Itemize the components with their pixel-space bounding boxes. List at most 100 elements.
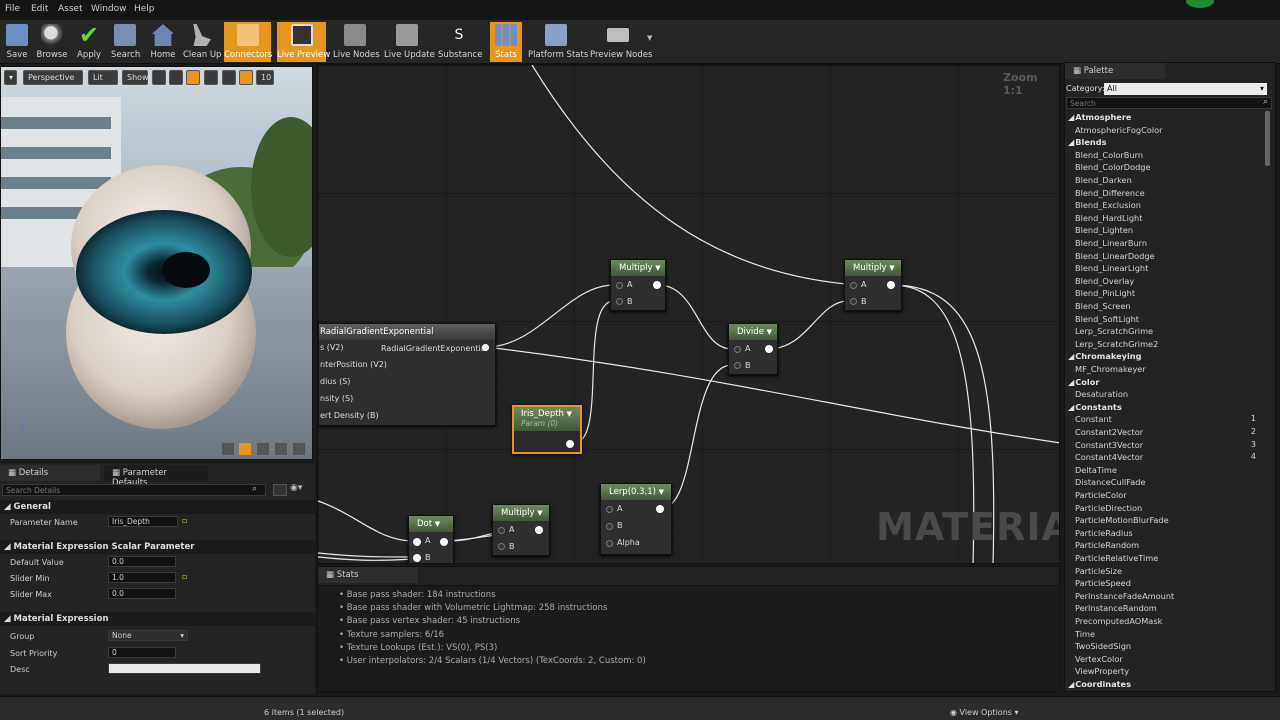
material-graph[interactable]: Zoom 1:1 MATERIAL RadialGradientExponent… bbox=[317, 64, 1060, 564]
tab-details[interactable]: ▦ Details bbox=[0, 465, 100, 481]
live-update-button[interactable]: Live Update bbox=[384, 22, 435, 62]
reset-to-default-icon[interactable]: ▫ bbox=[182, 516, 187, 525]
surface-snap-icon[interactable] bbox=[222, 70, 236, 85]
palette-item[interactable]: Constant3Vector bbox=[1075, 440, 1143, 450]
output-pin-icon[interactable] bbox=[482, 344, 489, 351]
palette-category[interactable]: ◢Chromakeying bbox=[1068, 351, 1141, 361]
toolbar-overflow-chevron-icon[interactable]: ▼ bbox=[647, 34, 652, 42]
search-button[interactable]: Search bbox=[111, 22, 140, 62]
palette-item[interactable]: Constant bbox=[1075, 414, 1112, 424]
palette-category[interactable]: ◢Constants bbox=[1068, 402, 1122, 412]
palette-item[interactable]: TwoSidedSign bbox=[1075, 641, 1131, 651]
translate-icon[interactable] bbox=[152, 70, 166, 85]
menu-help[interactable]: Help bbox=[134, 4, 155, 14]
input-pin-icon[interactable] bbox=[498, 543, 505, 550]
node-divide[interactable]: Divide ▼ A B bbox=[728, 323, 778, 375]
input-pin-icon[interactable] bbox=[616, 282, 623, 289]
output-pin-icon[interactable] bbox=[566, 440, 574, 448]
palette-category[interactable]: ◢Atmosphere bbox=[1068, 112, 1131, 122]
palette-item[interactable]: PerInstanceRandom bbox=[1075, 603, 1157, 613]
tab-stats[interactable]: ▦ Stats bbox=[318, 567, 418, 583]
input-pin-icon[interactable] bbox=[413, 554, 421, 562]
grid-size-value[interactable]: 10 bbox=[256, 70, 274, 85]
palette-item[interactable]: Blend_SoftLight bbox=[1075, 314, 1139, 324]
perspective-button[interactable]: Perspective bbox=[23, 70, 83, 85]
lit-button[interactable]: Lit bbox=[88, 70, 118, 85]
category-dropdown[interactable]: All ▾ bbox=[1104, 83, 1267, 95]
input-pin-icon[interactable] bbox=[606, 523, 613, 530]
visibility-eye-icon[interactable]: ◉▾ bbox=[290, 483, 302, 493]
group-dropdown[interactable]: None ▾ bbox=[108, 630, 188, 641]
input-pin-icon[interactable] bbox=[850, 298, 857, 305]
palette-item[interactable]: Constant4Vector bbox=[1075, 452, 1143, 462]
input-pin-icon[interactable] bbox=[616, 298, 623, 305]
palette-item[interactable]: PrecomputedAOMask bbox=[1075, 616, 1162, 626]
palette-category[interactable]: ◢Coordinates bbox=[1068, 679, 1131, 689]
menu-window[interactable]: Window bbox=[91, 4, 127, 14]
property-matrix-icon[interactable] bbox=[273, 484, 287, 496]
palette-item[interactable]: VertexColor bbox=[1075, 654, 1123, 664]
node-multiply[interactable]: Multiply ▼ A B bbox=[844, 259, 902, 311]
palette-item[interactable]: Lerp_ScratchGrime2 bbox=[1075, 339, 1158, 349]
palette-item[interactable]: Blend_Screen bbox=[1075, 301, 1131, 311]
live-nodes-button[interactable]: Live Nodes bbox=[333, 22, 380, 62]
desc-field[interactable] bbox=[108, 663, 261, 674]
connectors-button[interactable]: Connectors bbox=[224, 22, 272, 62]
palette-item[interactable]: Blend_HardLight bbox=[1075, 213, 1142, 223]
custom-mesh-icon[interactable] bbox=[292, 442, 306, 456]
palette-item[interactable]: Blend_LinearBurn bbox=[1075, 238, 1147, 248]
preview-nodes-button[interactable]: Preview Nodes bbox=[590, 22, 652, 62]
section-general[interactable]: ◢ General bbox=[0, 500, 315, 514]
palette-item[interactable]: Lerp_ScratchGrime bbox=[1075, 326, 1153, 336]
palette-item[interactable]: Blend_PinLight bbox=[1075, 288, 1135, 298]
cylinder-mesh-icon[interactable] bbox=[221, 442, 235, 456]
platform-stats-button[interactable]: Platform Stats bbox=[528, 22, 588, 62]
preview-viewport[interactable]: ▾ Perspective Lit Show 10 ⊥ bbox=[0, 66, 313, 460]
palette-category[interactable]: ◢Blends bbox=[1068, 137, 1106, 147]
slider-min-field[interactable]: 1.0 bbox=[108, 572, 176, 583]
palette-item[interactable]: AtmosphericFogColor bbox=[1075, 125, 1162, 135]
browse-button[interactable]: Browse bbox=[36, 22, 68, 62]
home-button[interactable]: Home bbox=[149, 22, 177, 62]
menu-edit[interactable]: Edit bbox=[31, 4, 48, 14]
show-button[interactable]: Show bbox=[122, 70, 149, 85]
reset-to-default-icon[interactable]: ▫ bbox=[182, 572, 187, 581]
sort-priority-field[interactable]: 0 bbox=[108, 647, 176, 658]
output-pin-icon[interactable] bbox=[765, 345, 773, 353]
rotate-icon[interactable] bbox=[169, 70, 183, 85]
apply-button[interactable]: ✔ Apply bbox=[75, 22, 103, 62]
palette-item[interactable]: Time bbox=[1075, 629, 1095, 639]
palette-item[interactable]: Blend_LinearDodge bbox=[1075, 251, 1155, 261]
node-iris-depth-parameter[interactable]: Iris_Depth ▼ Param (0) bbox=[512, 405, 582, 454]
output-pin-icon[interactable] bbox=[653, 281, 661, 289]
palette-item[interactable]: ParticleMotionBlurFade bbox=[1075, 515, 1169, 525]
sphere-mesh-icon[interactable] bbox=[238, 442, 252, 456]
palette-item[interactable]: MF_Chromakeyer bbox=[1075, 364, 1146, 374]
collapse-chevron-icon[interactable]: ▼ bbox=[889, 264, 894, 272]
palette-item[interactable]: Blend_Exclusion bbox=[1075, 200, 1141, 210]
palette-item[interactable]: Desaturation bbox=[1075, 389, 1128, 399]
palette-item[interactable]: Blend_Overlay bbox=[1075, 276, 1134, 286]
output-pin-icon[interactable] bbox=[440, 538, 448, 546]
palette-item[interactable]: ViewProperty bbox=[1075, 666, 1129, 676]
live-preview-button[interactable]: Live Preview bbox=[277, 22, 330, 62]
tab-parameter-defaults[interactable]: ▦ Parameter Defaults bbox=[104, 465, 208, 488]
world-local-icon[interactable] bbox=[204, 70, 218, 85]
palette-scrollbar[interactable] bbox=[1265, 111, 1270, 166]
input-pin-icon[interactable] bbox=[498, 527, 505, 534]
input-pin-icon[interactable] bbox=[850, 282, 857, 289]
scale-icon[interactable] bbox=[186, 70, 200, 85]
input-pin-icon[interactable] bbox=[734, 346, 741, 353]
clean-up-button[interactable]: Clean Up bbox=[183, 22, 221, 62]
collapse-chevron-icon[interactable]: ▼ bbox=[435, 520, 440, 528]
input-pin-icon[interactable] bbox=[606, 540, 613, 547]
menu-file[interactable]: File bbox=[5, 4, 20, 14]
default-value-field[interactable]: 0.0 bbox=[108, 556, 176, 567]
view-options-button[interactable]: ◉ View Options ▾ bbox=[950, 708, 1019, 717]
palette-item[interactable]: Blend_Lighten bbox=[1075, 225, 1133, 235]
palette-item[interactable]: ParticleRandom bbox=[1075, 540, 1139, 550]
input-pin-icon[interactable] bbox=[734, 362, 741, 369]
input-pin-icon[interactable] bbox=[413, 538, 421, 546]
details-search-input[interactable] bbox=[2, 484, 266, 496]
palette-item[interactable]: ParticleColor bbox=[1075, 490, 1127, 500]
